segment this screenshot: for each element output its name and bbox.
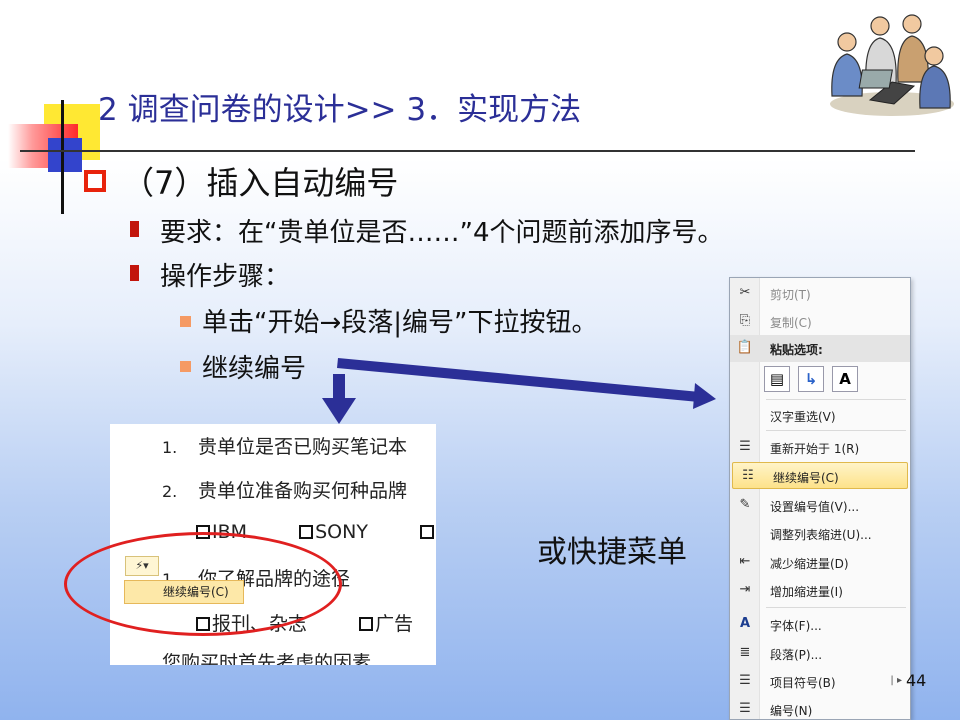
paste-keep-format-icon[interactable]: ▤ — [764, 366, 790, 392]
or-shortcut-menu-label: 或快捷菜单 — [537, 535, 687, 570]
menu-item-continue-numbering[interactable]: ☷ 继续编号(C) — [732, 462, 908, 489]
menu-item-paragraph[interactable]: ≣ 段落(P)... — [730, 640, 910, 667]
font-icon: A — [739, 616, 751, 631]
down-arrow-icon — [322, 374, 356, 424]
menu-item-numbering[interactable]: ☰ 编号(N) — [730, 696, 910, 719]
page-number: 44 — [906, 671, 927, 690]
menu-item-label: 剪切(T) — [770, 288, 811, 302]
paragraph-icon: ≣ — [739, 645, 751, 660]
menu-separator — [766, 430, 906, 431]
context-menu: ✂ 剪切(T) ⎘ 复制(C) 📋 粘贴选项: ▤ ↳ A 汉字重选(V) ☰ … — [729, 277, 911, 720]
decrease-indent-icon: ⇤ — [739, 554, 751, 569]
menu-item-adjust-list-indent[interactable]: 调整列表缩进(U)... — [730, 520, 910, 547]
menu-item-label: 设置编号值(V)... — [770, 500, 860, 514]
menu-item-label: 编号(N) — [770, 704, 813, 718]
menu-item-label: 增加缩进量(I) — [770, 585, 843, 599]
menu-item-reconvert[interactable]: 汉字重选(V) — [730, 402, 910, 429]
menu-item-label: 项目符号(B) — [770, 676, 836, 690]
menu-item-label: 重新开始于 1(R) — [770, 442, 860, 456]
menu-item-font[interactable]: A 字体(F)... — [730, 611, 910, 638]
menu-item-label: 减少缩进量(D) — [770, 557, 849, 571]
menu-header-paste-options: 📋 粘贴选项: — [730, 335, 910, 362]
menu-item-bullets[interactable]: ☰ 项目符号(B) | ▸ — [730, 668, 910, 695]
paste-icon: 📋 — [736, 340, 754, 355]
menu-item-label: 继续编号(C) — [773, 471, 839, 485]
menu-separator — [766, 607, 906, 608]
bullets-icon: ☰ — [739, 673, 751, 688]
menu-item-label: 字体(F)... — [770, 619, 822, 633]
paste-merge-icon[interactable]: ↳ — [798, 366, 824, 392]
right-arrow-icon — [337, 358, 716, 409]
continue-numbering-icon: ☷ — [742, 468, 754, 483]
menu-item-label: 粘贴选项: — [770, 343, 823, 357]
menu-item-label: 段落(P)... — [770, 648, 823, 662]
menu-item-label: 汉字重选(V) — [770, 410, 836, 424]
menu-item-label: 调整列表缩进(U)... — [770, 528, 872, 542]
menu-item-restart-numbering[interactable]: ☰ 重新开始于 1(R) — [730, 434, 910, 461]
copy-icon: ⎘ — [739, 313, 751, 328]
paste-text-only-icon[interactable]: A — [832, 366, 858, 392]
restart-numbering-icon: ☰ — [739, 439, 751, 454]
submenu-arrow-icon: | ▸ — [890, 675, 902, 686]
menu-separator — [766, 399, 906, 400]
increase-indent-icon: ⇥ — [739, 582, 751, 597]
menu-item-cut[interactable]: ✂ 剪切(T) — [730, 280, 910, 307]
menu-item-label: 复制(C) — [770, 316, 812, 330]
numbering-icon: ☰ — [739, 701, 751, 716]
scissors-icon: ✂ — [739, 285, 751, 300]
menu-item-set-numbering-value[interactable]: ✎ 设置编号值(V)... — [730, 492, 910, 519]
menu-item-decrease-indent[interactable]: ⇤ 减少缩进量(D) — [730, 549, 910, 576]
set-value-icon: ✎ — [739, 497, 751, 512]
menu-item-increase-indent[interactable]: ⇥ 增加缩进量(I) — [730, 577, 910, 604]
menu-item-copy[interactable]: ⎘ 复制(C) — [730, 308, 910, 335]
